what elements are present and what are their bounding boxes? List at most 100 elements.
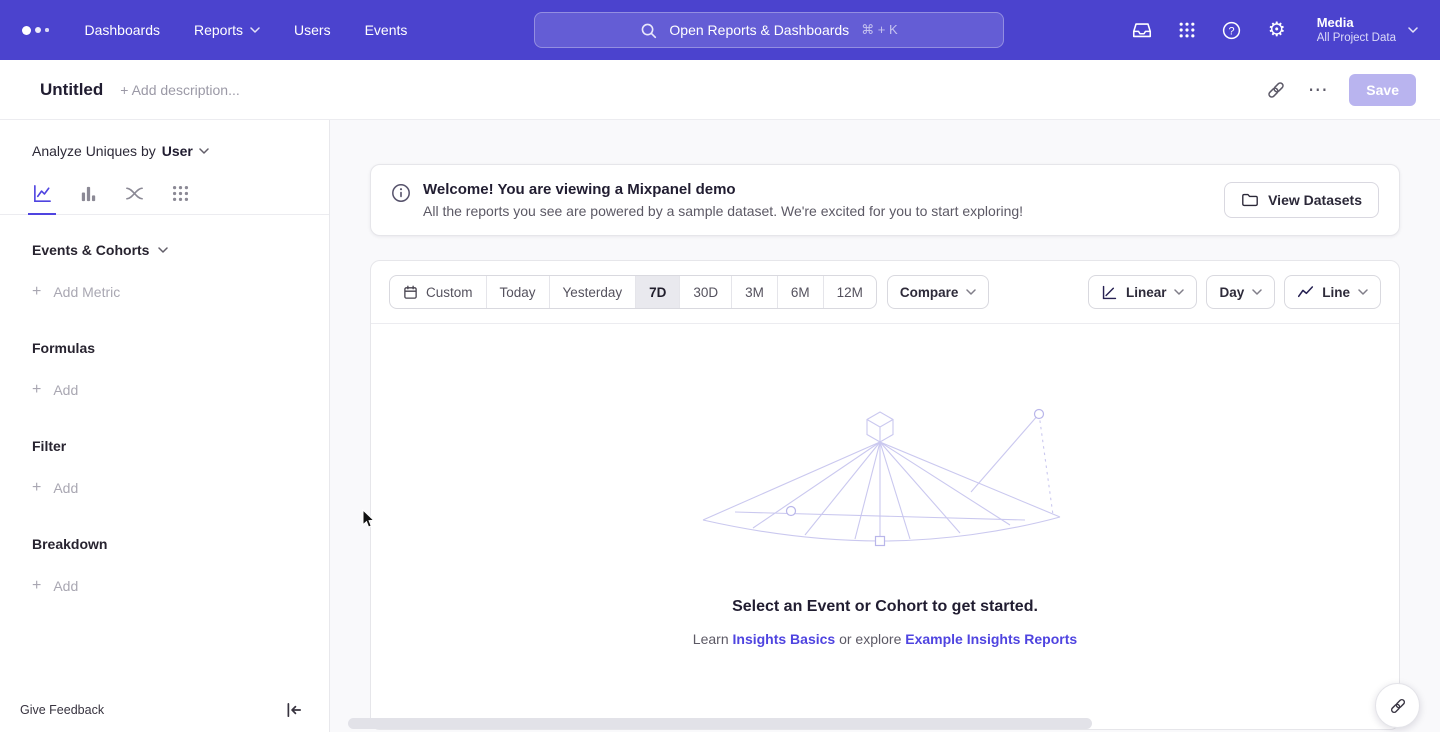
chart-display-controls: Linear Day Line xyxy=(1088,275,1381,309)
report-title[interactable]: Untitled xyxy=(40,80,103,100)
add-description[interactable]: + Add description... xyxy=(120,82,239,98)
plus-icon: + xyxy=(32,284,41,300)
chart-type-select[interactable]: Line xyxy=(1284,275,1381,309)
give-feedback-link[interactable]: Give Feedback xyxy=(20,703,104,717)
welcome-banner: Welcome! You are viewing a Mixpanel demo… xyxy=(370,164,1400,236)
compare-button[interactable]: Compare xyxy=(887,275,990,309)
calendar-icon xyxy=(403,285,418,300)
insights-basics-link[interactable]: Insights Basics xyxy=(733,631,836,647)
nav-reports-label: Reports xyxy=(194,22,243,38)
plus-icon: + xyxy=(32,578,41,594)
chevron-down-icon xyxy=(1408,27,1418,33)
share-link-fab[interactable] xyxy=(1375,683,1420,728)
copy-link-icon[interactable] xyxy=(1265,79,1287,101)
header-actions: ⋯ Save xyxy=(1265,74,1416,106)
chevron-down-icon xyxy=(158,247,168,253)
range-3m[interactable]: 3M xyxy=(732,276,778,308)
search-shortcut: ⌘ + K xyxy=(861,22,898,38)
search-placeholder: Open Reports & Dashboards xyxy=(669,22,849,38)
search-icon xyxy=(640,22,657,39)
add-breakdown-button[interactable]: + Add xyxy=(0,552,329,594)
range-12m[interactable]: 12M xyxy=(824,276,876,308)
events-cohorts-section[interactable]: Events & Cohorts xyxy=(0,215,329,258)
main-layout: Analyze Uniques by User xyxy=(0,120,1440,732)
range-today[interactable]: Today xyxy=(487,276,550,308)
tab-flow-chart[interactable] xyxy=(120,173,148,214)
gear-icon[interactable]: ⚙ xyxy=(1266,19,1288,41)
info-icon xyxy=(391,183,411,203)
empty-state-title: Select an Event or Cohort to get started… xyxy=(732,598,1038,616)
sidebar-footer: Give Feedback xyxy=(0,688,329,732)
mixpanel-app: Dashboards Reports Users Events Open Rep… xyxy=(0,0,1440,732)
nav-reports[interactable]: Reports xyxy=(194,22,260,38)
nav-dashboards[interactable]: Dashboards xyxy=(85,22,161,38)
project-switcher[interactable]: Media All Project Data xyxy=(1317,15,1418,46)
nav-users[interactable]: Users xyxy=(294,22,331,38)
project-subtitle: All Project Data xyxy=(1317,31,1396,45)
plus-icon: + xyxy=(32,480,41,496)
tab-line-chart[interactable] xyxy=(28,173,56,214)
banner-text: Welcome! You are viewing a Mixpanel demo… xyxy=(423,181,1212,219)
formulas-section-label: Formulas xyxy=(0,300,329,356)
line-chart-icon xyxy=(1297,284,1314,301)
report-card: Custom Today Yesterday 7D 30D xyxy=(370,260,1400,730)
tab-pivot-table[interactable] xyxy=(166,173,194,214)
report-header: Untitled + Add description... ⋯ Save xyxy=(0,60,1440,120)
chevron-down-icon xyxy=(199,148,209,154)
range-6m[interactable]: 6M xyxy=(778,276,824,308)
query-builder-sidebar: Analyze Uniques by User xyxy=(0,120,330,732)
banner-title: Welcome! You are viewing a Mixpanel demo xyxy=(423,181,1212,198)
add-formula-button[interactable]: + Add xyxy=(0,356,329,398)
pivot-table-icon xyxy=(170,183,191,204)
range-7d[interactable]: 7D xyxy=(636,276,680,308)
project-text: Media All Project Data xyxy=(1317,15,1396,46)
add-metric-button[interactable]: + Add Metric xyxy=(0,258,329,300)
nav-events-label: Events xyxy=(365,22,408,38)
breakdown-section-label: Breakdown xyxy=(0,496,329,552)
folder-icon xyxy=(1241,191,1259,209)
collapse-sidebar-icon[interactable] xyxy=(285,701,303,719)
save-button[interactable]: Save xyxy=(1349,74,1416,106)
apps-grid-icon[interactable] xyxy=(1176,19,1198,41)
more-icon[interactable]: ⋯ xyxy=(1307,79,1329,101)
view-datasets-button[interactable]: View Datasets xyxy=(1224,182,1379,218)
horizontal-scrollbar[interactable] xyxy=(348,718,1092,729)
empty-state-illustration xyxy=(695,402,1075,552)
nav-events[interactable]: Events xyxy=(365,22,408,38)
linear-scale-icon xyxy=(1101,284,1118,301)
add-filter-button[interactable]: + Add xyxy=(0,454,329,496)
chevron-down-icon xyxy=(1174,289,1184,295)
report-content: Welcome! You are viewing a Mixpanel demo… xyxy=(330,120,1440,732)
nav-utilities: ⚙ Media All Project Data xyxy=(1131,15,1418,46)
top-nav: Dashboards Reports Users Events Open Rep… xyxy=(0,0,1440,60)
project-name: Media xyxy=(1317,15,1396,31)
visualization-tabs xyxy=(0,173,329,215)
primary-nav: Dashboards Reports Users Events xyxy=(85,22,408,38)
date-range-segmented-control: Custom Today Yesterday 7D 30D xyxy=(389,275,877,309)
line-chart-icon xyxy=(32,183,53,204)
chevron-down-icon xyxy=(250,27,260,33)
flow-chart-icon xyxy=(124,183,145,204)
example-reports-link[interactable]: Example Insights Reports xyxy=(905,631,1077,647)
filter-section-label: Filter xyxy=(0,398,329,454)
nav-dashboards-label: Dashboards xyxy=(85,22,161,38)
empty-state-subtitle: Learn Insights Basics or explore Example… xyxy=(693,631,1077,647)
range-custom[interactable]: Custom xyxy=(390,276,487,308)
inbox-icon[interactable] xyxy=(1131,19,1153,41)
range-yesterday[interactable]: Yesterday xyxy=(550,276,637,308)
chevron-down-icon xyxy=(966,289,976,295)
scale-select[interactable]: Linear xyxy=(1088,275,1198,309)
bar-chart-icon xyxy=(78,183,99,204)
mixpanel-logo[interactable] xyxy=(22,26,49,35)
plus-icon: + xyxy=(32,382,41,398)
global-search[interactable]: Open Reports & Dashboards ⌘ + K xyxy=(534,12,1004,48)
analyze-row: Analyze Uniques by User xyxy=(0,120,329,173)
granularity-select[interactable]: Day xyxy=(1206,275,1275,309)
range-30d[interactable]: 30D xyxy=(680,276,732,308)
banner-body: All the reports you see are powered by a… xyxy=(423,203,1212,219)
tab-bar-chart[interactable] xyxy=(74,173,102,214)
analyze-entity-select[interactable]: User xyxy=(162,143,209,159)
link-icon xyxy=(1388,696,1408,716)
nav-users-label: Users xyxy=(294,22,331,38)
help-icon[interactable] xyxy=(1221,19,1243,41)
